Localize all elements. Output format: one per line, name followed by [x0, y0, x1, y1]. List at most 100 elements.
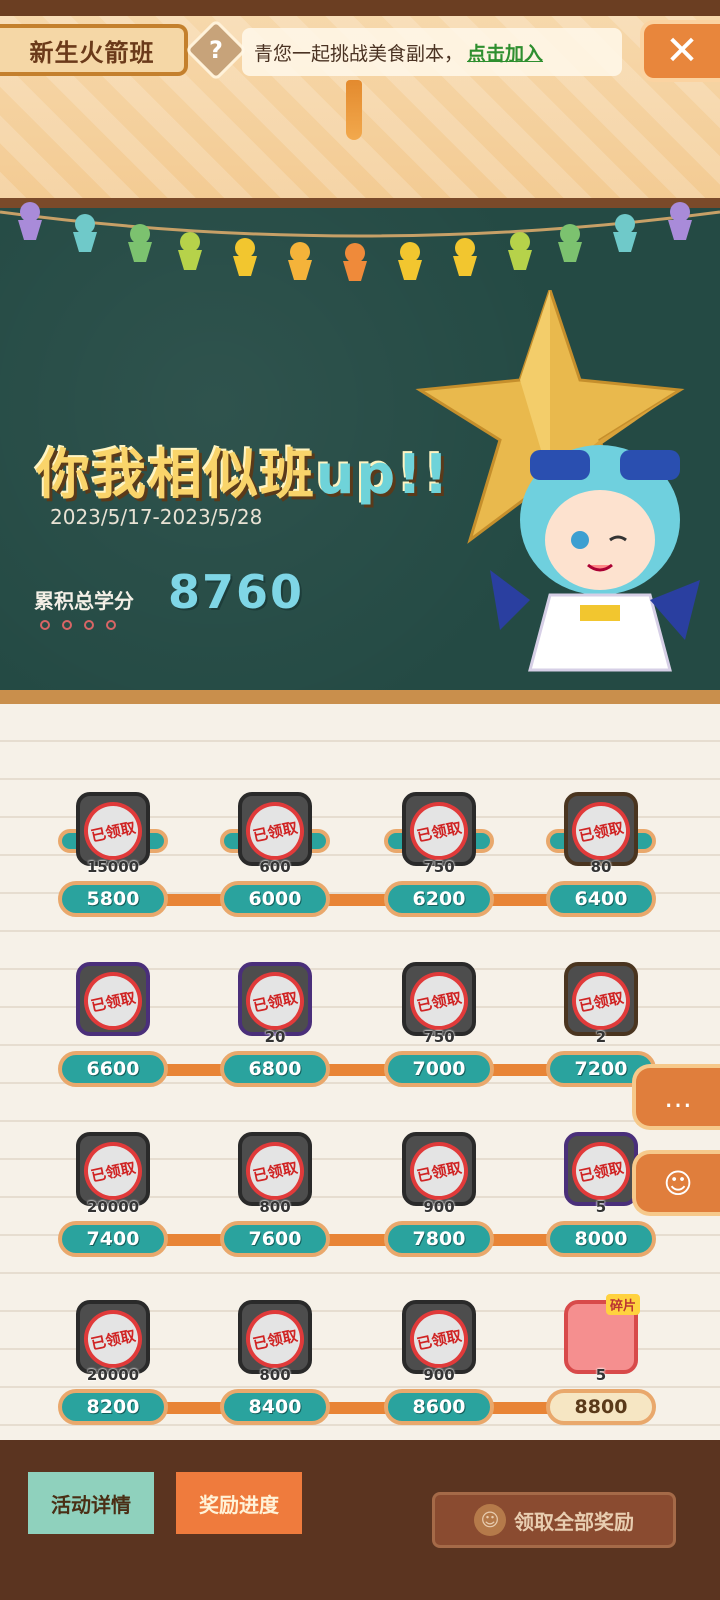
reward-row: 已领取 20000 7400 已领取 800 7600 已领取 900 7800 已领取 5 8000: [0, 1084, 720, 1257]
score-threshold-pill: 8600: [384, 1389, 494, 1425]
score-threshold-pill: 6000: [220, 881, 330, 917]
progress-connector: [110, 1064, 610, 1076]
event-title-cn: 你我相似班: [36, 443, 316, 506]
header-border: [0, 0, 720, 16]
reward-cell[interactable]: 已领取 20000 7400: [58, 1084, 168, 1257]
reward-cell[interactable]: 已领取 80 6400: [546, 744, 656, 917]
claimed-stamp: 已领取: [78, 1136, 148, 1206]
reward-quantity: 900: [423, 1366, 455, 1384]
reward-item-icon[interactable]: 已领取: [564, 792, 638, 866]
tab-activity-details[interactable]: 活动详情: [28, 1472, 154, 1534]
progress-connector: [110, 894, 610, 906]
score-threshold-pill: 8400: [220, 1389, 330, 1425]
reward-item-icon[interactable]: 已领取: [238, 1132, 312, 1206]
reward-cell[interactable]: 已领取 20000 8200: [58, 1252, 168, 1425]
score-threshold-pill: 8200: [58, 1389, 168, 1425]
reward-item-icon[interactable]: 已领取: [76, 1132, 150, 1206]
reward-quantity: 5: [595, 1366, 607, 1384]
claimed-stamp: 已领取: [78, 796, 148, 866]
claimed-stamp: 已领取: [404, 1304, 474, 1374]
previous-row-partial: [0, 704, 720, 853]
reward-quantity: 20000: [86, 1198, 140, 1216]
reward-item-icon[interactable]: 碎片: [564, 1294, 640, 1374]
tab-reward-progress[interactable]: 奖励进度: [176, 1472, 302, 1534]
score-label: 累积总学分: [34, 589, 134, 613]
reward-quantity: 20000: [86, 1366, 140, 1384]
character-illustration: [490, 445, 700, 672]
reward-quantity: 800: [259, 1366, 291, 1384]
rewards-progress-list[interactable]: 已领取 15000 5800 已领取 600 6000 已领取 750 6200 已领取 80 640…: [0, 704, 720, 1460]
close-icon: ✕: [665, 28, 699, 74]
score-threshold-pill: 6200: [384, 881, 494, 917]
progress-connector: [110, 1234, 610, 1246]
reward-item-icon[interactable]: 已领取: [402, 1300, 476, 1374]
claimed-stamp: 已领取: [240, 1304, 310, 1374]
chat-button[interactable]: …: [632, 1064, 720, 1130]
reward-item-icon[interactable]: 已领取: [564, 962, 638, 1036]
claimed-stamp: 已领取: [404, 1136, 474, 1206]
score-threshold-pill: 6800: [220, 1051, 330, 1087]
claimed-stamp: 已领取: [566, 1136, 636, 1206]
score-value: 8760: [168, 565, 305, 619]
claimed-stamp: 已领取: [566, 966, 636, 1036]
score-threshold-pill: 8800: [546, 1389, 656, 1425]
reward-cell[interactable]: 已领取 900 8600: [384, 1252, 494, 1425]
reward-cell[interactable]: 已领取 750 6200: [384, 744, 494, 917]
tassel-decoration: [346, 80, 362, 140]
reward-cell[interactable]: 已领取 2 7200: [546, 914, 656, 1087]
reward-cell[interactable]: 已领取 15000 5800: [58, 744, 168, 917]
notice-text: 青您一起挑战美食副本，: [254, 42, 464, 65]
claim-all-button[interactable]: ☺ 领取全部奖励: [432, 1492, 676, 1548]
reward-cell[interactable]: 已领取 750 7000: [384, 914, 494, 1087]
reward-item-icon[interactable]: 已领取: [402, 792, 476, 866]
reward-quantity: 750: [423, 1028, 455, 1046]
close-button[interactable]: ✕: [640, 20, 720, 82]
notice-bar: 青您一起挑战美食副本， 点击加入: [242, 28, 622, 76]
event-title-up: up!!: [316, 443, 451, 506]
reward-item-icon[interactable]: 已领取: [76, 1300, 150, 1374]
reward-cell[interactable]: 已领取 900 7800: [384, 1084, 494, 1257]
fragment-tag: 碎片: [605, 1294, 640, 1315]
reward-cell[interactable]: 已领取 6600: [58, 914, 168, 1087]
chat-bubble-icon: …: [664, 1080, 692, 1114]
reward-quantity: 900: [423, 1198, 455, 1216]
claimed-stamp: 已领取: [404, 796, 474, 866]
reward-cell[interactable]: 已领取 800 7600: [220, 1084, 330, 1257]
reward-quantity: 20: [264, 1028, 286, 1046]
reward-item-icon[interactable]: 已领取: [76, 792, 150, 866]
score-threshold-pill: 6400: [546, 881, 656, 917]
reward-item-icon[interactable]: 已领取: [238, 792, 312, 866]
header-banner: 新生火箭班 ? 青您一起挑战美食副本， 点击加入 ✕: [0, 0, 720, 200]
join-link[interactable]: 点击加入: [467, 39, 543, 66]
food-icon: ☺: [663, 1166, 693, 1200]
reward-item-icon[interactable]: 已领取: [402, 962, 476, 1036]
reward-quantity: 750: [423, 858, 455, 876]
score-threshold-pill: 7000: [384, 1051, 494, 1087]
reward-item-icon[interactable]: 已领取: [238, 1300, 312, 1374]
reward-item-icon[interactable]: 已领取: [564, 1132, 638, 1206]
score-threshold-pill: 6600: [58, 1051, 168, 1087]
bottom-bar: 活动详情 奖励进度 ☺ 领取全部奖励: [0, 1440, 720, 1600]
gift-icon: ☺: [474, 1504, 506, 1536]
reward-quantity: 800: [259, 1198, 291, 1216]
progress-connector: [110, 1402, 610, 1414]
claimed-stamp: 已领取: [404, 966, 474, 1036]
reward-cell[interactable]: 已领取 600 6000: [220, 744, 330, 917]
doll-garland-decoration: [0, 202, 720, 281]
reward-cell[interactable]: 已领取 800 8400: [220, 1252, 330, 1425]
food-button[interactable]: ☺: [632, 1150, 720, 1216]
class-title: 新生火箭班: [0, 24, 188, 76]
reward-quantity: 600: [259, 858, 291, 876]
reward-quantity: 80: [590, 858, 612, 876]
reward-row: 已领取 15000 5800 已领取 600 6000 已领取 750 6200 已领取 80 640…: [0, 744, 720, 917]
reward-item-icon[interactable]: 已领取: [238, 962, 312, 1036]
decorative-dots: [40, 620, 116, 630]
help-button[interactable]: ?: [184, 18, 248, 82]
reward-cell[interactable]: 碎片 5 8800: [546, 1252, 656, 1425]
event-date-range: 2023/5/17-2023/5/28: [50, 505, 263, 529]
reward-item-icon[interactable]: 已领取: [76, 962, 150, 1036]
reward-row: 已领取 6600 已领取 20 6800 已领取 750 7000 已领取 2 7200: [0, 914, 720, 1087]
reward-cell[interactable]: 已领取 20 6800: [220, 914, 330, 1087]
claim-all-label: 领取全部奖励: [514, 1509, 634, 1534]
reward-item-icon[interactable]: 已领取: [402, 1132, 476, 1206]
